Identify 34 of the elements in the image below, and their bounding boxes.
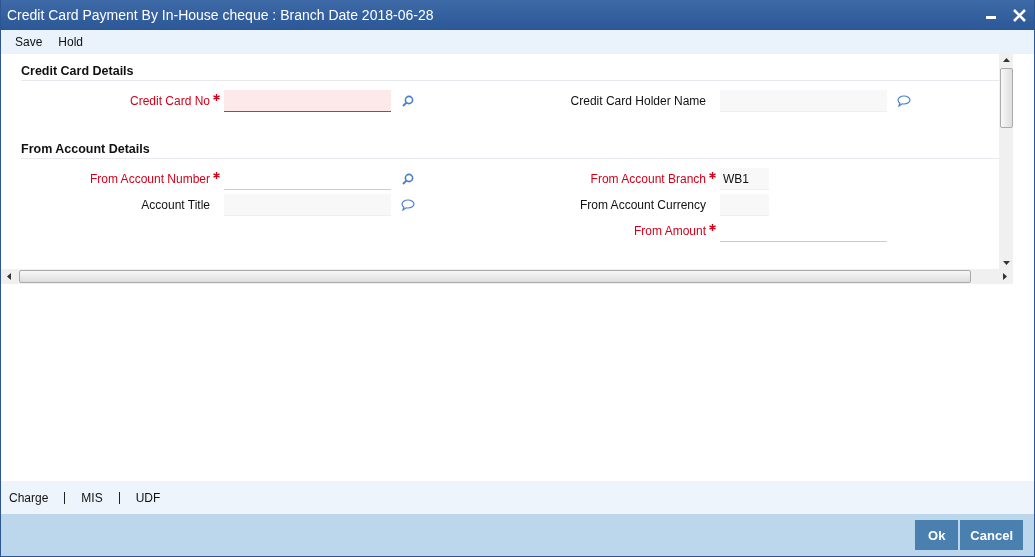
field-label: Account Title [140,198,210,212]
scroll-up-icon[interactable] [1002,58,1010,62]
field-label: Credit Card No [128,94,210,108]
speech-bubble-icon[interactable] [401,199,415,211]
footer-link[interactable]: UDF [135,490,161,505]
scroll-left-icon[interactable] [7,273,11,280]
required-icon [709,223,716,231]
field-label: From Account Branch [589,172,706,186]
field-label: From Account Currency [578,198,706,212]
menu-item[interactable]: Hold [50,32,92,52]
menu-item[interactable]: Save [7,32,51,52]
input-field[interactable] [224,90,391,112]
search-icon[interactable] [401,95,415,107]
required-icon [709,171,716,179]
speech-bubble-icon[interactable] [897,95,911,107]
scroll-down-icon[interactable] [1002,261,1010,265]
dialog-button[interactable]: Cancel [960,520,1023,550]
field-label: From Amount [632,224,706,238]
horizontal-scrollbar[interactable] [1,269,1013,284]
section-title: Credit Card Details [21,64,134,78]
scroll-right-icon[interactable] [1003,273,1007,280]
required-icon [213,93,220,101]
dialog-button[interactable]: Ok [915,520,959,550]
footer-link[interactable]: MIS [81,490,103,505]
section-title: From Account Details [21,142,150,156]
input-field[interactable]: WB1 [720,168,769,190]
window-title: Credit Card Payment By In-House cheque : Branch Date 2018-06-28 [7,7,435,23]
required-icon [213,171,220,179]
field-label: From Account Number [88,172,210,186]
search-icon[interactable] [401,173,415,185]
field-label: Credit Card Holder Name [569,94,706,108]
vertical-scrollbar[interactable] [999,54,1013,269]
close-icon[interactable] [1013,8,1026,22]
footer-link[interactable]: Charge [9,490,49,505]
